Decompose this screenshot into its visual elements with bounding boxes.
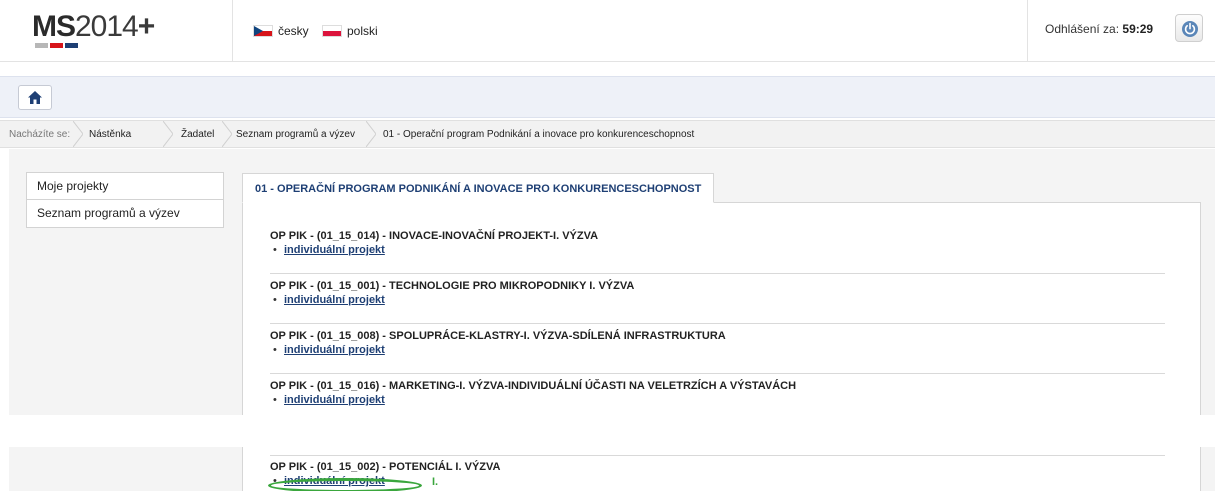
breadcrumb: Nacházíte se: Nástěnka Žadatel Seznam pr…: [0, 120, 1215, 148]
call-divider: [270, 273, 1165, 274]
home-button[interactable]: [18, 85, 52, 110]
call-item: OP PIK - (01_15_016) - MARKETING-I. VÝZV…: [270, 380, 1165, 406]
call-title: OP PIK - (01_15_014) - INOVACE-INOVAČNÍ …: [270, 230, 599, 242]
sidebar-item-label: Seznam programů a výzev: [37, 206, 180, 220]
call-link-individualni-projekt[interactable]: individuální projekt: [284, 344, 385, 356]
power-icon: [1182, 21, 1198, 37]
call-subitem: • individuální projekt: [270, 244, 1165, 256]
cz-flag-icon: [253, 25, 273, 37]
breadcrumb-prefix: Nacházíte se:: [9, 129, 71, 140]
logout-button[interactable]: [1175, 14, 1203, 42]
sidebar-item-moje-projekty[interactable]: Moje projekty: [27, 173, 223, 200]
breadcrumb-chevron-icon: [163, 121, 173, 147]
call-link-individualni-projekt[interactable]: individuální projekt: [284, 394, 385, 406]
language-pl-link[interactable]: polski: [322, 24, 378, 38]
call-title: OP PIK - (01_15_016) - MARKETING-I. VÝZV…: [270, 380, 797, 392]
logo-plus-text: +: [137, 10, 156, 43]
top-bar: MS2014+ česky polski Odhlášení za: 59:29: [0, 0, 1215, 62]
bullet-icon: •: [273, 244, 277, 256]
call-title: OP PIK - (01_15_002) - POTENCIÁL I. VÝZV…: [270, 461, 501, 473]
breadcrumb-chevron-icon: [366, 121, 376, 147]
header-divider-right: [1027, 0, 1028, 62]
breadcrumb-item-current: 01 - Operační program Podnikání a inovac…: [383, 129, 695, 140]
call-link-individualni-projekt[interactable]: individuální projekt: [284, 294, 385, 306]
ms2014-logo[interactable]: MS2014+: [32, 10, 156, 44]
call-divider: [270, 455, 1165, 456]
call-item: OP PIK - (01_15_001) - TECHNOLOGIE PRO M…: [270, 280, 1165, 306]
pl-flag-icon: [322, 25, 342, 37]
logo-bold-text: MS: [32, 10, 76, 43]
logo-year-text: 2014: [75, 10, 139, 43]
breadcrumb-chevron-icon: [222, 121, 232, 147]
header-divider: [232, 0, 233, 62]
logo-stripes: [35, 43, 79, 48]
call-title: OP PIK - (01_15_008) - SPOLUPRÁCE-KLASTR…: [270, 330, 726, 342]
bullet-icon: •: [273, 294, 277, 306]
call-item: OP PIK - (01_15_014) - INOVACE-INOVAČNÍ …: [270, 230, 1165, 256]
logout-timer: Odhlášení za: 59:29: [1045, 22, 1153, 36]
call-title: OP PIK - (01_15_001) - TECHNOLOGIE PRO M…: [270, 280, 635, 292]
call-item: OP PIK - (01_15_008) - SPOLUPRÁCE-KLASTR…: [270, 330, 1165, 356]
bullet-icon: •: [273, 394, 277, 406]
toolbar: [0, 76, 1215, 118]
sidebar-nav: Moje projekty Seznam programů a výzev: [26, 172, 224, 228]
call-divider: [270, 323, 1165, 324]
home-icon: [28, 91, 42, 104]
breadcrumb-item-seznam[interactable]: Seznam programů a výzev: [236, 129, 355, 140]
sidebar-item-label: Moje projekty: [37, 179, 109, 193]
annotation-label: I.: [432, 476, 439, 488]
logout-time: 59:29: [1122, 22, 1154, 36]
language-cz-link[interactable]: česky: [253, 24, 309, 38]
call-subitem: • individuální projekt: [270, 344, 1165, 356]
sidebar-item-seznam-programu[interactable]: Seznam programů a výzev: [27, 200, 223, 227]
breadcrumb-chevron-icon: [73, 121, 83, 147]
bullet-icon: •: [273, 344, 277, 356]
call-link-individualni-projekt[interactable]: individuální projekt: [284, 244, 385, 256]
call-subitem: • individuální projekt: [270, 294, 1165, 306]
call-divider: [270, 373, 1165, 374]
call-subitem: • individuální projekt: [270, 394, 1165, 406]
breadcrumb-item-zadatel[interactable]: Žadatel: [181, 129, 214, 140]
logout-label: Odhlášení za:: [1045, 22, 1120, 36]
language-pl-label: polski: [347, 24, 378, 38]
tab-operacni-program[interactable]: 01 - OPERAČNÍ PROGRAM PODNIKÁNÍ A INOVAC…: [242, 173, 715, 203]
language-cz-label: česky: [278, 24, 309, 38]
breadcrumb-item-nastenka[interactable]: Nástěnka: [89, 129, 131, 140]
highlight-ellipse: [268, 478, 422, 491]
